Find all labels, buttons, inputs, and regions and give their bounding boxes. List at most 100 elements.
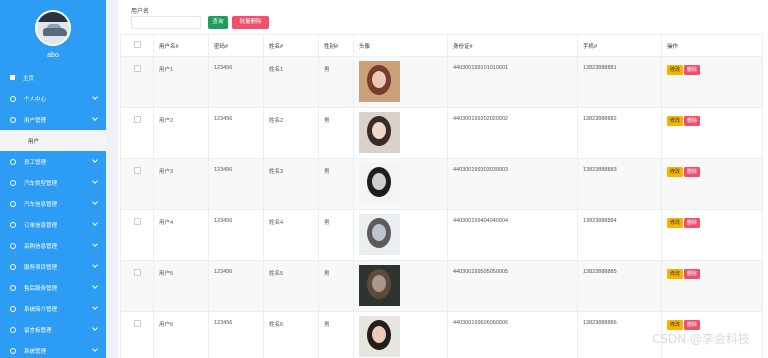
sidebar-item-3[interactable]: 用户 xyxy=(0,130,106,151)
user-avatar-image xyxy=(359,214,400,255)
cell-username: 用户6 xyxy=(153,311,209,358)
col-name[interactable]: 姓名# xyxy=(263,34,319,57)
query-button[interactable]: 查询 xyxy=(208,16,228,29)
row-checkbox[interactable] xyxy=(120,107,154,159)
edit-button[interactable]: 修改 xyxy=(667,218,684,228)
cell-gender: 男 xyxy=(318,158,354,210)
edit-button[interactable]: 修改 xyxy=(667,116,684,126)
delete-button[interactable]: 删除 xyxy=(684,116,701,126)
cell-gender: 男 xyxy=(318,56,354,108)
chevron-down-icon xyxy=(92,115,98,121)
row-checkbox[interactable] xyxy=(120,260,154,312)
cell-name: 姓名3 xyxy=(263,158,319,210)
chevron-down-icon xyxy=(92,304,98,310)
cell-password: 123456 xyxy=(208,209,264,261)
col-username[interactable]: 用户名# xyxy=(153,34,209,57)
sidebar-item-6[interactable]: 汽车信息管理 xyxy=(0,193,106,214)
row-checkbox[interactable] xyxy=(120,209,154,261)
chevron-down-icon xyxy=(92,157,98,163)
gear-icon xyxy=(10,305,16,312)
sidebar-menu: 主页个人中心 用户管理用户员工管理 汽车类型管理汽车信息管理 订单信息管理采购信息管理… xyxy=(0,67,106,358)
cell-gender: 男 xyxy=(318,209,354,261)
sidebar-item-11[interactable]: 系统简介管理 xyxy=(0,298,106,319)
cell-gender: 男 xyxy=(318,260,354,312)
sidebar-item-label: 用户 xyxy=(28,138,40,145)
chevron-down-icon xyxy=(92,346,98,352)
sidebar-item-1[interactable]: 个人中心 xyxy=(0,88,106,109)
edit-button[interactable]: 修改 xyxy=(667,320,684,330)
col-actions: 操作 xyxy=(661,34,763,57)
row-checkbox[interactable] xyxy=(120,158,154,210)
edit-button[interactable]: 修改 xyxy=(667,65,684,75)
edit-button[interactable]: 修改 xyxy=(667,269,684,279)
row-checkbox[interactable] xyxy=(120,311,154,358)
sidebar-item-2[interactable]: 用户管理 xyxy=(0,109,106,130)
edit-button[interactable]: 修改 xyxy=(667,167,684,177)
sidebar-item-7[interactable]: 订单信息管理 xyxy=(0,214,106,235)
chevron-down-icon xyxy=(92,241,98,247)
gear-icon xyxy=(10,95,16,102)
content-gutter xyxy=(106,0,118,358)
col-password[interactable]: 密码# xyxy=(208,34,264,57)
sidebar-item-12[interactable]: 留言板管理 xyxy=(0,319,106,340)
cell-password: 123456 xyxy=(208,56,264,108)
gear-icon xyxy=(10,242,16,249)
user-avatar-image xyxy=(359,163,400,204)
user-avatar-image xyxy=(359,265,400,306)
cell-name: 姓名5 xyxy=(263,260,319,312)
col-gender[interactable]: 性别# xyxy=(318,34,354,57)
chevron-down-icon xyxy=(92,262,98,268)
cell-phone: 13823888885 xyxy=(577,260,662,312)
user-avatar-image xyxy=(359,61,400,102)
cell-username: 用户4 xyxy=(153,209,209,261)
cell-password: 123456 xyxy=(208,158,264,210)
delete-button[interactable]: 删除 xyxy=(684,218,701,228)
sidebar-item-4[interactable]: 员工管理 xyxy=(0,151,106,172)
sidebar-item-5[interactable]: 汽车类型管理 xyxy=(0,172,106,193)
sidebar-item-label: 系统管理 xyxy=(24,348,47,355)
batch-delete-button[interactable]: 批量删除 xyxy=(232,16,269,29)
sidebar-item-label: 售后服务管理 xyxy=(24,285,58,292)
delete-button[interactable]: 删除 xyxy=(684,269,701,279)
cell-gender: 男 xyxy=(318,311,354,358)
cell-id-card: 440300199505050005 xyxy=(447,260,578,312)
cell-name: 姓名6 xyxy=(263,311,319,358)
col-phone[interactable]: 手机# xyxy=(577,34,662,57)
avatar[interactable] xyxy=(35,10,71,46)
col-id-card[interactable]: 身份证# xyxy=(447,34,578,57)
cell-password: 123456 xyxy=(208,311,264,358)
sidebar-item-10[interactable]: 售后服务管理 xyxy=(0,277,106,298)
watermark: CSDN @李会科技 xyxy=(651,332,750,346)
delete-button[interactable]: 删除 xyxy=(684,65,701,75)
cell-id-card: 440300199101010001 xyxy=(447,56,578,108)
sidebar-item-label: 汽车信息管理 xyxy=(24,201,58,208)
sidebar-item-13[interactable]: 系统管理 xyxy=(0,340,106,358)
table-row: 用户1 123456 姓名1 男 440300199101010001 138238888… xyxy=(120,56,763,108)
sidebar-item-label: 订单信息管理 xyxy=(24,222,58,229)
row-checkbox[interactable] xyxy=(120,56,154,108)
table-row: 用户3 123456 姓名3 男 440300199303030003 138238888… xyxy=(120,158,763,210)
sidebar-item-0[interactable]: 主页 xyxy=(0,67,106,88)
cell-username: 用户2 xyxy=(153,107,209,159)
home-icon xyxy=(10,75,15,80)
cell-id-card: 440300199404040004 xyxy=(447,209,578,261)
sidebar-item-label: 主页 xyxy=(23,75,35,82)
cell-phone: 13823888882 xyxy=(577,107,662,159)
cell-avatar xyxy=(353,107,448,159)
select-all-checkbox[interactable] xyxy=(120,34,154,57)
sidebar-item-8[interactable]: 采购信息管理 xyxy=(0,235,106,256)
delete-button[interactable]: 删除 xyxy=(684,167,701,177)
cell-name: 姓名2 xyxy=(263,107,319,159)
gear-icon xyxy=(10,179,16,186)
search-label: 用户名 xyxy=(131,9,150,15)
gear-icon xyxy=(10,116,16,123)
delete-button[interactable]: 删除 xyxy=(684,320,701,330)
gear-icon xyxy=(10,158,16,165)
table-row: 用户4 123456 姓名4 男 440300199404040004 138238888… xyxy=(120,209,763,261)
username-search-input[interactable] xyxy=(131,16,201,29)
cell-name: 姓名4 xyxy=(263,209,319,261)
chevron-down-icon xyxy=(92,220,98,226)
cell-actions: 修改 删除 xyxy=(661,158,763,210)
username-label: abo xyxy=(47,52,59,59)
sidebar-item-9[interactable]: 服务项目管理 xyxy=(0,256,106,277)
